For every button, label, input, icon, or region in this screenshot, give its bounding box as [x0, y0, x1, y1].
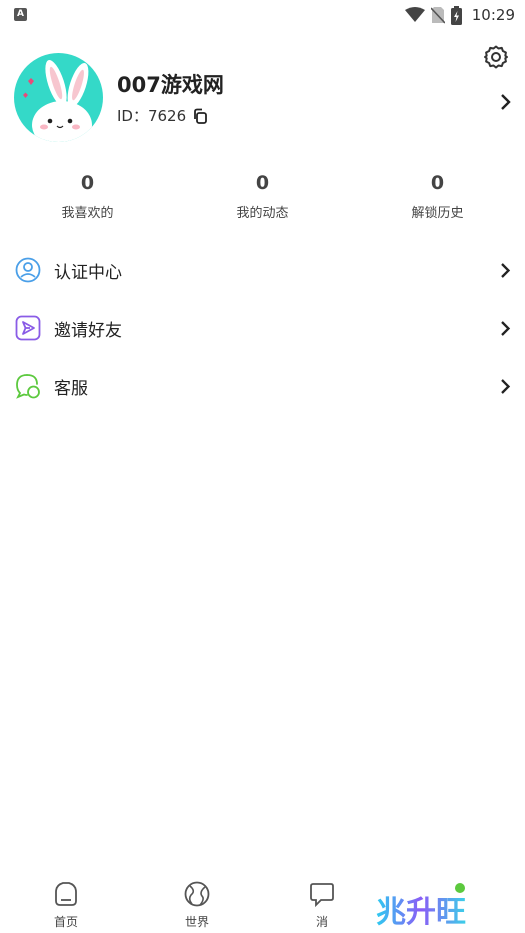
menu-label: 邀请好友 [54, 320, 122, 341]
user-id-row: ID：7626 [117, 105, 208, 126]
battery-charging-icon [450, 5, 462, 25]
chevron-right-icon [501, 263, 511, 278]
send-icon [15, 315, 41, 341]
user-id: ID：7626 [117, 107, 187, 125]
tab-world[interactable]: 世界 [167, 880, 227, 930]
stat-label: 我喜欢的 [61, 206, 114, 221]
stat-value: 0 [430, 172, 445, 194]
tab-label: 首页 [53, 915, 78, 929]
menu-item-customer-service[interactable]: 客服 [0, 357, 525, 415]
avatar[interactable] [14, 53, 103, 142]
menu-label: 客服 [54, 378, 88, 399]
stat-label: 解锁历史 [411, 206, 464, 221]
tab-label: 消 [315, 915, 328, 929]
stats-row: 0 我喜欢的 0 我的动态 0 解锁历史 [0, 170, 525, 230]
tab-home[interactable]: 首页 [36, 880, 96, 930]
chevron-right-icon [501, 379, 511, 394]
menu-item-invite-friends[interactable]: 邀请好友 [0, 299, 525, 357]
stat-value: 0 [255, 172, 270, 194]
chat-bubble-icon [16, 374, 40, 399]
stat-label: 我的动态 [236, 206, 289, 221]
username: 007游戏网 [117, 73, 224, 97]
notification-icon: A [14, 8, 27, 21]
menu-item-verification[interactable]: 认证中心 [0, 241, 525, 299]
stat-posts[interactable]: 0 我的动态 [175, 170, 350, 230]
chevron-right-icon[interactable] [499, 93, 511, 111]
chevron-right-icon [501, 321, 511, 336]
watermark-text: 兆升旺 [376, 895, 466, 930]
menu-list: 认证中心 邀请好友 客服 [0, 241, 525, 415]
stat-value: 0 [80, 172, 95, 194]
wifi-icon [404, 7, 425, 22]
copy-icon[interactable] [192, 108, 208, 124]
no-sim-icon [430, 7, 445, 24]
stat-unlock-history[interactable]: 0 解锁历史 [350, 170, 525, 230]
message-icon [310, 883, 334, 908]
globe-icon [184, 881, 210, 907]
status-bar: A 10:29 [0, 0, 525, 30]
tab-messages[interactable]: 消 [292, 880, 352, 930]
home-icon [55, 882, 77, 906]
tab-label: 世界 [184, 915, 209, 929]
user-circle-icon [15, 257, 41, 283]
stat-likes[interactable]: 0 我喜欢的 [0, 170, 175, 230]
profile-card[interactable]: 007游戏网 ID：7626 [14, 53, 511, 143]
bunny-avatar-image [23, 60, 92, 142]
menu-label: 认证中心 [54, 262, 122, 283]
watermark-logo: 兆升旺 [374, 880, 478, 930]
status-icons: 10:29 [404, 4, 515, 26]
clock: 10:29 [471, 6, 515, 24]
